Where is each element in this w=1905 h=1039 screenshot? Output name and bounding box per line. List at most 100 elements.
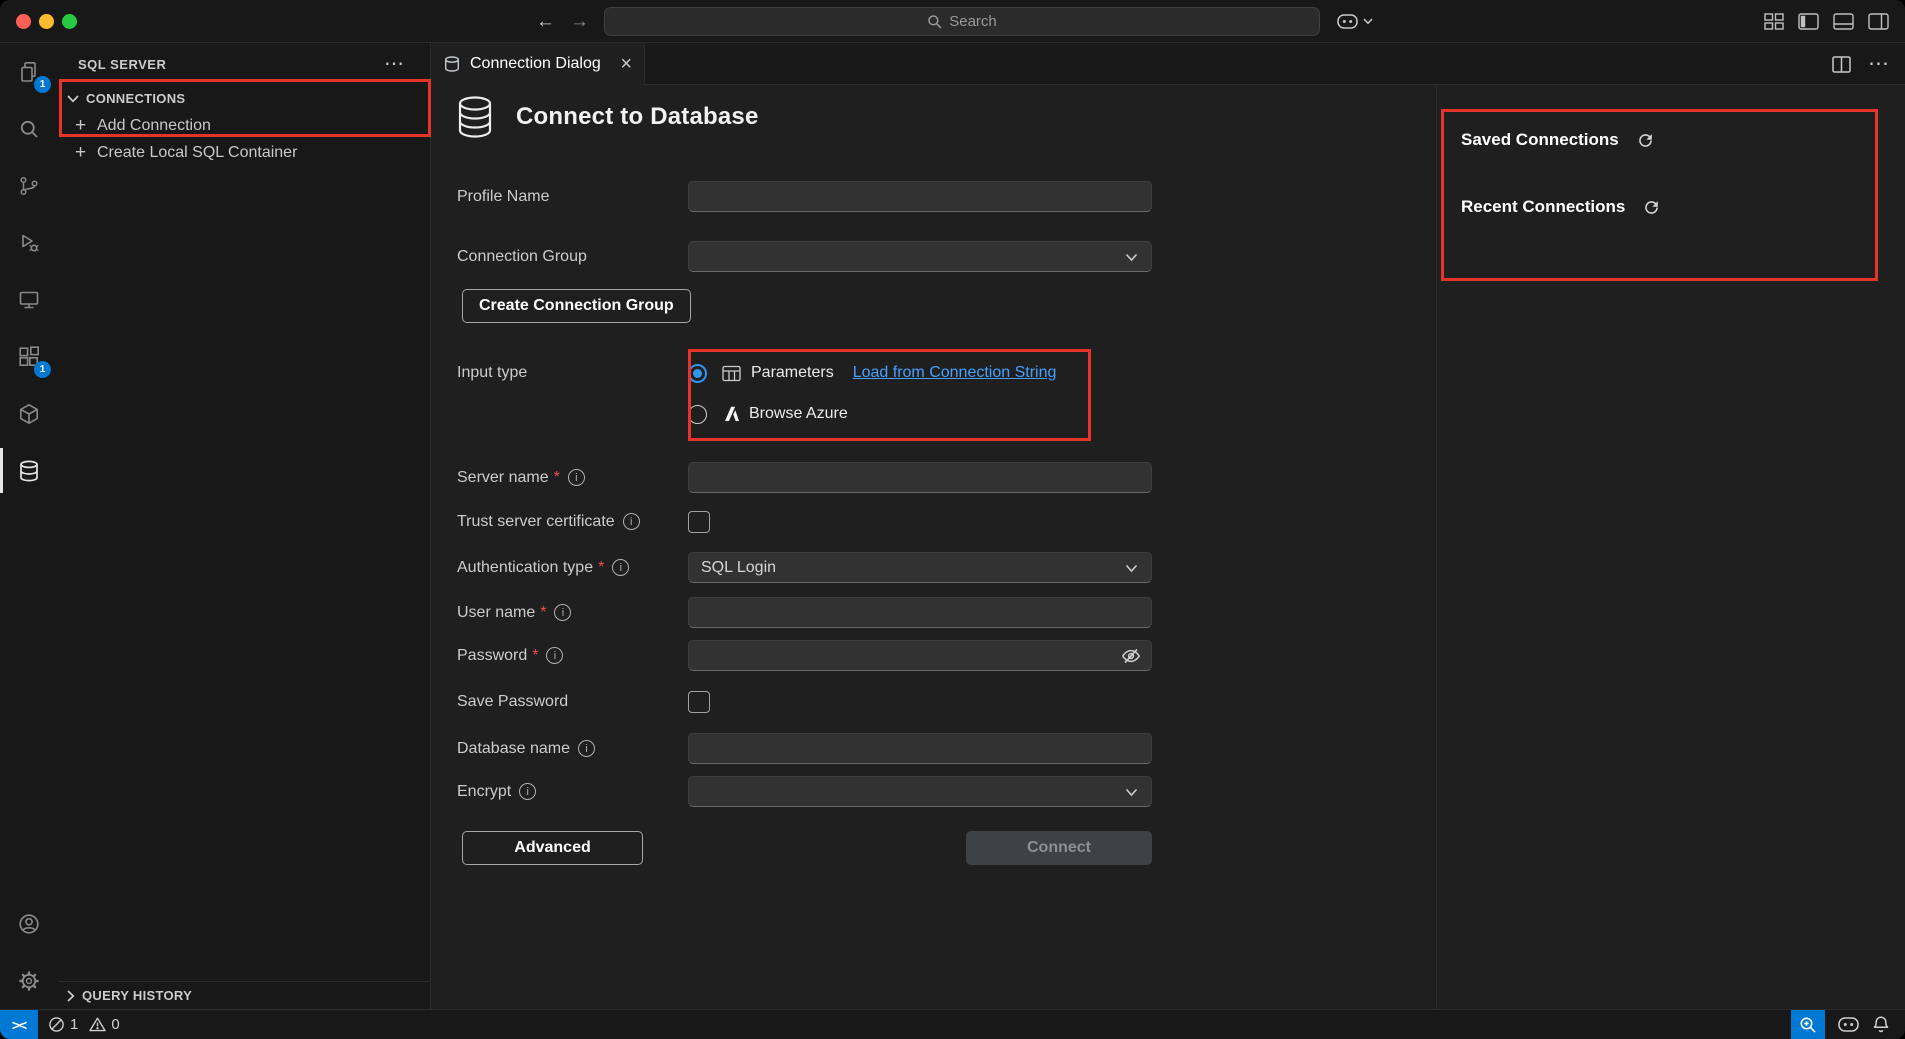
- activity-explorer[interactable]: 1: [0, 43, 58, 100]
- trust-server-certificate-checkbox[interactable]: [688, 511, 710, 533]
- connection-group-label: Connection Group: [457, 248, 587, 266]
- saved-connections-row: Saved Connections: [1461, 122, 1655, 158]
- user-name-label: User name: [457, 604, 535, 622]
- dialog-title-block: Connect to Database: [456, 95, 759, 139]
- info-icon[interactable]: i: [554, 604, 571, 621]
- chevron-down-icon: [1125, 564, 1138, 573]
- copilot-status-icon[interactable]: [1838, 1017, 1859, 1032]
- refresh-icon: [1642, 198, 1661, 217]
- save-password-label: Save Password: [457, 693, 568, 711]
- server-name-input[interactable]: [688, 462, 1152, 493]
- sidebar-more-actions-button[interactable]: ⋯: [384, 59, 404, 69]
- database-name-row: Database name i: [457, 733, 1152, 764]
- split-editor-button[interactable]: [1832, 56, 1851, 73]
- connections-panel: Saved Connections Recent Connections: [1436, 85, 1905, 1009]
- activity-source-control[interactable]: [0, 157, 58, 214]
- toggle-primary-sidebar-button[interactable]: [1798, 13, 1819, 30]
- activity-search[interactable]: [0, 100, 58, 157]
- chevron-down-icon: [1363, 18, 1373, 25]
- sidebar-header: SQL SERVER ⋯: [58, 43, 430, 85]
- activity-run-debug[interactable]: [0, 214, 58, 271]
- connect-button[interactable]: Connect: [966, 831, 1152, 865]
- info-icon[interactable]: i: [623, 513, 640, 530]
- gear-icon: [17, 969, 41, 993]
- connection-group-dropdown[interactable]: [688, 241, 1152, 272]
- search-placeholder: Search: [949, 13, 997, 30]
- editor-tab-bar: Connection Dialog × ⋯: [431, 43, 1905, 85]
- query-history-label: QUERY HISTORY: [82, 988, 192, 1003]
- zoom-status-button[interactable]: [1791, 1010, 1825, 1039]
- info-icon[interactable]: i: [568, 469, 585, 486]
- activity-extensions[interactable]: 1: [0, 328, 58, 385]
- create-connection-group-button[interactable]: Create Connection Group: [462, 289, 691, 323]
- table-icon: [722, 365, 741, 382]
- load-connection-string-link[interactable]: Load from Connection String: [853, 364, 1057, 382]
- activity-sql-server[interactable]: [0, 442, 58, 499]
- connection-dialog-webview: Connect to Database Profile Name Connect…: [431, 85, 1905, 1009]
- save-password-checkbox[interactable]: [688, 691, 710, 713]
- password-input[interactable]: [688, 640, 1152, 671]
- remote-indicator[interactable]: ><: [0, 1010, 38, 1039]
- parameters-radio[interactable]: [688, 364, 707, 383]
- input-type-label: Input type: [457, 358, 527, 388]
- copilot-menu-button[interactable]: [1337, 0, 1373, 43]
- sidebar: SQL SERVER ⋯ CONNECTIONS + Add Connectio…: [58, 43, 431, 1009]
- forward-button[interactable]: →: [570, 0, 589, 43]
- password-label: Password: [457, 647, 527, 665]
- profile-name-input[interactable]: [688, 181, 1152, 212]
- info-icon[interactable]: i: [578, 740, 595, 757]
- required-marker: *: [532, 647, 538, 665]
- encrypt-label: Encrypt: [457, 783, 511, 801]
- problems-indicator[interactable]: 1 0: [48, 1016, 120, 1033]
- required-marker: *: [540, 604, 546, 622]
- activity-accounts[interactable]: [0, 895, 58, 952]
- database-name-input[interactable]: [688, 733, 1152, 764]
- notifications-bell-icon[interactable]: [1872, 1015, 1890, 1034]
- user-name-input[interactable]: [688, 597, 1152, 628]
- plus-icon: +: [75, 142, 97, 164]
- profile-name-label: Profile Name: [457, 188, 549, 206]
- customize-layout-button[interactable]: [1764, 13, 1784, 30]
- back-button[interactable]: ←: [536, 0, 555, 43]
- browse-azure-radio[interactable]: [688, 405, 707, 424]
- refresh-recent-connections-button[interactable]: [1642, 198, 1661, 217]
- extensions-badge: 1: [34, 361, 51, 378]
- chevron-down-icon: [67, 95, 79, 103]
- editor-more-actions-button[interactable]: ⋯: [1868, 59, 1889, 69]
- toggle-password-visibility-button[interactable]: [1121, 646, 1141, 666]
- refresh-icon: [1636, 131, 1655, 150]
- recent-connections-header: Recent Connections: [1461, 197, 1625, 217]
- toggle-secondary-sidebar-button[interactable]: [1868, 13, 1889, 30]
- authentication-type-dropdown[interactable]: SQL Login: [688, 552, 1152, 583]
- create-local-sql-container-item[interactable]: + Create Local SQL Container: [58, 139, 430, 166]
- encrypt-dropdown[interactable]: [688, 776, 1152, 807]
- close-tab-icon[interactable]: ×: [620, 58, 632, 70]
- activity-database-projects[interactable]: [0, 385, 58, 442]
- browse-azure-label: Browse Azure: [749, 405, 848, 423]
- info-icon[interactable]: i: [546, 647, 563, 664]
- authentication-type-label: Authentication type: [457, 559, 593, 577]
- editor-actions: ⋯: [1832, 43, 1889, 85]
- activity-remote-explorer[interactable]: [0, 271, 58, 328]
- chevron-down-icon: [1125, 253, 1138, 262]
- refresh-saved-connections-button[interactable]: [1636, 131, 1655, 150]
- advanced-button[interactable]: Advanced: [462, 831, 643, 865]
- toggle-panel-button[interactable]: [1833, 13, 1854, 30]
- activity-settings[interactable]: [0, 952, 58, 1009]
- info-icon[interactable]: i: [519, 783, 536, 800]
- command-center-search[interactable]: Search: [604, 7, 1320, 36]
- remote-icon: ><: [12, 1017, 26, 1033]
- info-icon[interactable]: i: [612, 559, 629, 576]
- close-window-button[interactable]: [16, 14, 31, 29]
- grid-icon: [1764, 13, 1784, 30]
- zoom-window-button[interactable]: [62, 14, 77, 29]
- tab-connection-dialog[interactable]: Connection Dialog ×: [431, 43, 645, 85]
- error-icon: [48, 1016, 65, 1033]
- add-connection-item[interactable]: + Add Connection: [58, 112, 430, 139]
- warning-icon: [89, 1016, 106, 1033]
- connections-section-header[interactable]: CONNECTIONS: [58, 85, 430, 112]
- minimize-window-button[interactable]: [39, 14, 54, 29]
- activity-bar-spacer: [0, 499, 58, 895]
- query-history-section-header[interactable]: QUERY HISTORY: [58, 981, 430, 1009]
- search-icon: [17, 117, 41, 141]
